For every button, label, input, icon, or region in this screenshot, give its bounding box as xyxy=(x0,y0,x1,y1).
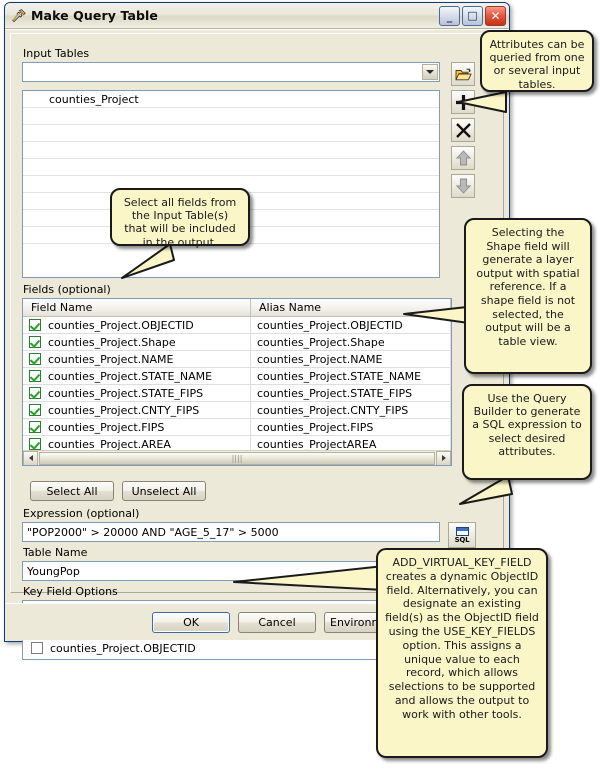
field-checkbox[interactable] xyxy=(29,319,41,331)
field-checkbox[interactable] xyxy=(29,387,41,399)
table-row[interactable]: counties_Project.STATE_NAME counties_Pro… xyxy=(23,368,451,385)
list-item[interactable] xyxy=(23,159,439,176)
input-tables-list[interactable]: counties_Project xyxy=(22,90,440,278)
field-name-text: counties_Project.STATE_FIPS xyxy=(48,386,204,400)
key-field-options-label: Key Field Options xyxy=(23,585,118,598)
minimize-button[interactable]: _ xyxy=(439,5,460,26)
field-name-text: counties_Project.FIPS xyxy=(48,420,165,434)
maximize-icon: □ xyxy=(467,9,478,22)
fields-grid-header: Field Name Alias Name xyxy=(23,299,451,317)
table-row[interactable]: counties_Project.OBJECTID counties_Proje… xyxy=(23,317,451,334)
column-header-field-name[interactable]: Field Name xyxy=(23,299,251,316)
field-checkbox[interactable] xyxy=(29,336,41,348)
field-name-text: counties_Project.STATE_NAME xyxy=(48,369,213,383)
maximize-button[interactable]: □ xyxy=(462,5,483,26)
table-row[interactable]: counties_Project.FIPS counties_Project.F… xyxy=(23,419,451,436)
key-field-checkbox[interactable] xyxy=(31,642,43,654)
close-button[interactable]: ✕ xyxy=(485,5,506,26)
callout-query-builder: Use the Query Builder to generate a SQL … xyxy=(462,384,592,480)
field-name-text: counties_Project.CNTY_FIPS xyxy=(48,403,200,417)
field-name-cell: counties_Project.STATE_FIPS xyxy=(23,385,251,401)
field-checkbox[interactable] xyxy=(29,438,41,450)
unselect-all-button[interactable]: Unselect All xyxy=(122,481,206,501)
caption-buttons: _ □ ✕ xyxy=(439,5,506,26)
list-item[interactable]: counties_Project xyxy=(23,91,439,108)
browse-folder-icon xyxy=(452,63,474,85)
field-name-cell: counties_Project.STATE_NAME xyxy=(23,368,251,384)
move-up-icon xyxy=(452,147,474,169)
list-item[interactable] xyxy=(23,125,439,142)
hammer-icon xyxy=(11,8,27,24)
fields-grid-body: counties_Project.OBJECTID counties_Proje… xyxy=(23,317,451,453)
scroll-left-button[interactable] xyxy=(23,450,38,465)
title-bar[interactable]: Make Query Table _ □ ✕ xyxy=(5,3,509,29)
move-up-button[interactable] xyxy=(451,146,475,170)
field-name-cell: counties_Project.Shape xyxy=(23,334,251,350)
callout-input-tables: Attributes can be queried from one or se… xyxy=(480,30,594,92)
browse-folder-button[interactable] xyxy=(451,62,475,86)
alias-name-cell[interactable]: counties_Project.NAME xyxy=(251,351,451,367)
field-checkbox[interactable] xyxy=(29,404,41,416)
window-title: Make Query Table xyxy=(31,8,159,23)
move-down-icon xyxy=(452,175,474,197)
list-item[interactable] xyxy=(23,108,439,125)
alias-name-cell[interactable]: counties_Project.Shape xyxy=(251,334,451,350)
table-row[interactable]: counties_Project.STATE_FIPS counties_Pro… xyxy=(23,385,451,402)
chevron-down-icon[interactable] xyxy=(422,64,438,80)
alias-name-cell[interactable]: counties_Project.STATE_FIPS xyxy=(251,385,451,401)
field-name-text: counties_Project.OBJECTID xyxy=(48,318,194,332)
callout-key-field-options: ADD_VIRTUAL_KEY_FIELD creates a dynamic … xyxy=(376,548,548,758)
scroll-thumb[interactable]: |||| xyxy=(39,451,435,465)
table-row[interactable]: counties_Project.CNTY_FIPS counties_Proj… xyxy=(23,402,451,419)
table-name-label: Table Name xyxy=(23,546,88,559)
field-checkbox[interactable] xyxy=(29,421,41,433)
field-name-cell: counties_Project.OBJECTID xyxy=(23,317,251,333)
sql-button-label: SQL xyxy=(454,535,470,544)
alias-name-cell[interactable]: counties_Project.STATE_NAME xyxy=(251,368,451,384)
input-tables-label: Input Tables xyxy=(23,47,90,60)
query-builder-button[interactable]: SQL xyxy=(448,522,476,548)
move-down-button[interactable] xyxy=(451,174,475,198)
scroll-right-button[interactable] xyxy=(436,450,451,465)
field-name-text: counties_Project.Shape xyxy=(48,335,176,349)
field-name-cell: counties_Project.NAME xyxy=(23,351,251,367)
alias-name-cell[interactable]: counties_Project.CNTY_FIPS xyxy=(251,402,451,418)
table-row[interactable]: counties_Project.Shape counties_Project.… xyxy=(23,334,451,351)
ok-button[interactable]: OK xyxy=(152,612,230,633)
field-checkbox[interactable] xyxy=(29,353,41,365)
key-field-text: counties_Project.OBJECTID xyxy=(50,641,196,655)
close-icon: ✕ xyxy=(490,8,501,23)
callout-tail xyxy=(450,88,510,116)
remove-button[interactable] xyxy=(451,118,475,142)
field-name-text: counties_Project.NAME xyxy=(48,352,174,366)
alias-name-cell[interactable]: counties_Project.FIPS xyxy=(251,419,451,435)
cancel-button[interactable]: Cancel xyxy=(238,612,316,633)
list-item[interactable] xyxy=(23,142,439,159)
expression-input[interactable]: "POP2000" > 20000 AND "AGE_5_17" > 5000 xyxy=(22,522,440,542)
input-tables-combo[interactable] xyxy=(22,62,440,82)
table-row[interactable]: counties_Project.NAME counties_Project.N… xyxy=(23,351,451,368)
callout-fields: Select all fields from the Input Table(s… xyxy=(110,188,250,249)
field-checkbox[interactable] xyxy=(29,370,41,382)
fields-label: Fields (optional) xyxy=(23,283,111,296)
field-name-text: counties_Project.AREA xyxy=(48,437,171,451)
callout-tail xyxy=(228,560,388,606)
sql-window-icon xyxy=(455,526,469,536)
minimize-icon: _ xyxy=(446,9,453,23)
field-name-cell: counties_Project.CNTY_FIPS xyxy=(23,402,251,418)
callout-shape-field: Selecting the Shape field will generate … xyxy=(464,218,592,374)
fields-horizontal-scrollbar[interactable]: |||| xyxy=(23,450,451,465)
expression-label: Expression (optional) xyxy=(23,507,140,520)
fields-grid[interactable]: Field Name Alias Name counties_Project.O… xyxy=(22,298,452,466)
field-name-cell: counties_Project.FIPS xyxy=(23,419,251,435)
remove-x-icon xyxy=(452,119,474,141)
select-all-button[interactable]: Select All xyxy=(30,481,114,501)
